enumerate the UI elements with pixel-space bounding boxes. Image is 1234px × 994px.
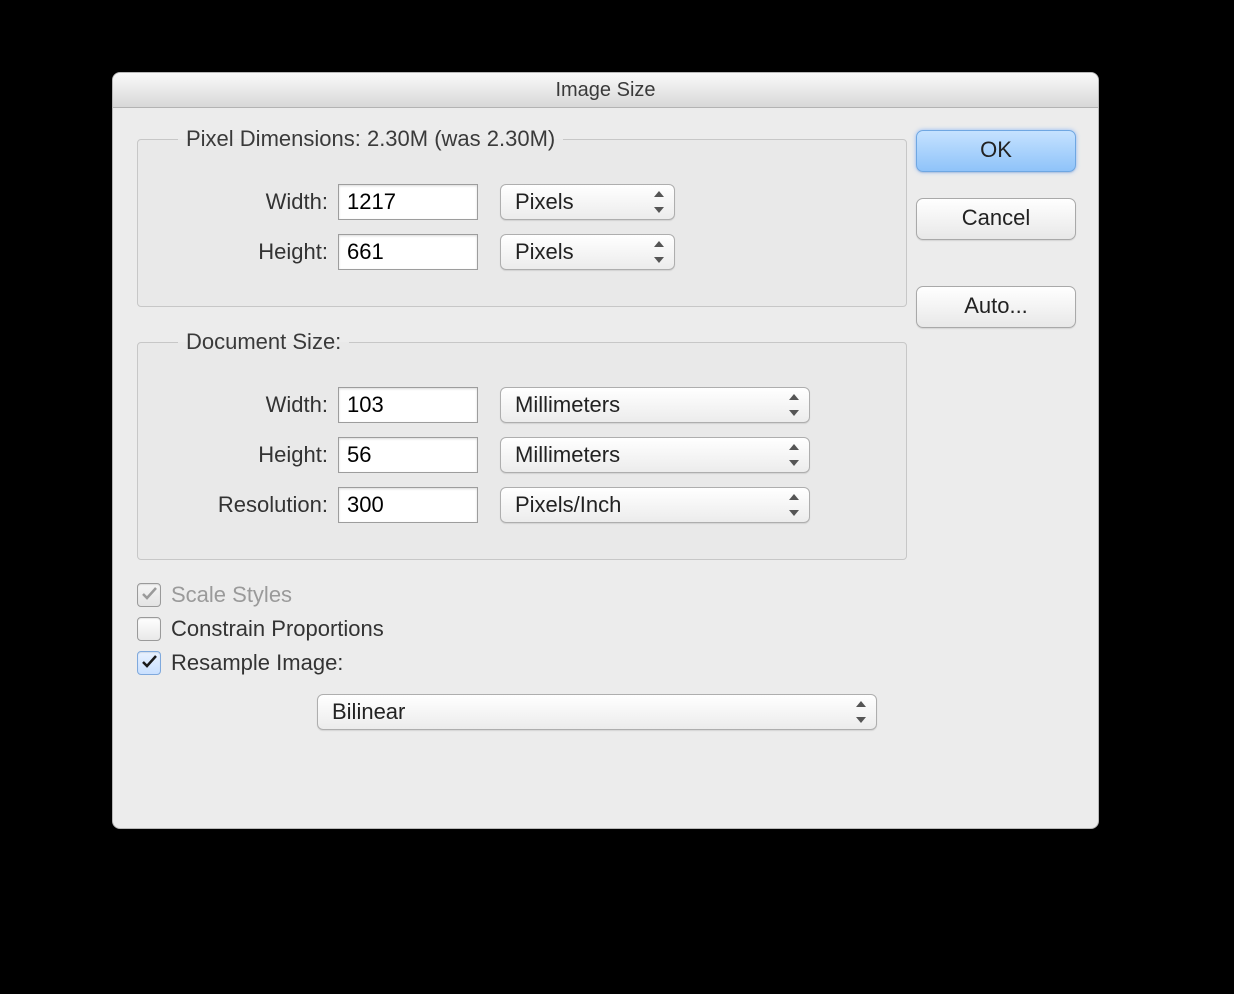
doc-width-unit-value: Millimeters [515, 392, 620, 418]
resample-image-label: Resample Image: [171, 650, 343, 676]
pixel-width-input[interactable] [338, 184, 478, 220]
constrain-proportions-checkbox[interactable] [137, 617, 161, 641]
doc-resolution-label: Resolution: [158, 492, 338, 518]
chevron-updown-icon [787, 444, 801, 466]
doc-width-input[interactable] [338, 387, 478, 423]
doc-resolution-row: Resolution: Pixels/Inch [158, 487, 886, 523]
cancel-button[interactable]: Cancel [916, 198, 1076, 240]
auto-button[interactable]: Auto... [916, 286, 1076, 328]
button-column: OK Cancel Auto... [916, 130, 1074, 328]
pixel-height-row: Height: Pixels [158, 234, 886, 270]
scale-styles-row: Scale Styles [137, 582, 907, 608]
pixel-height-input[interactable] [338, 234, 478, 270]
resample-method-select[interactable]: Bilinear [317, 694, 877, 730]
scale-styles-checkbox [137, 583, 161, 607]
document-size-legend: Document Size: [178, 329, 349, 355]
constrain-proportions-label: Constrain Proportions [171, 616, 384, 642]
pixel-width-unit-value: Pixels [515, 189, 574, 215]
doc-height-input[interactable] [338, 437, 478, 473]
pixel-height-unit-select[interactable]: Pixels [500, 234, 675, 270]
pixel-height-unit-value: Pixels [515, 239, 574, 265]
doc-resolution-unit-select[interactable]: Pixels/Inch [500, 487, 810, 523]
pixel-width-row: Width: Pixels [158, 184, 886, 220]
doc-width-unit-select[interactable]: Millimeters [500, 387, 810, 423]
window-title: Image Size [113, 73, 1098, 108]
dialog-content: Pixel Dimensions: 2.30M (was 2.30M) Widt… [113, 108, 1098, 154]
document-size-group: Document Size: Width: Millimeters Height… [137, 329, 907, 560]
checkmark-icon [140, 585, 158, 603]
chevron-updown-icon [652, 191, 666, 213]
doc-width-row: Width: Millimeters [158, 387, 886, 423]
pixel-height-label: Height: [158, 239, 338, 265]
chevron-updown-icon [787, 494, 801, 516]
resample-image-row[interactable]: Resample Image: [137, 650, 907, 676]
pixel-width-unit-select[interactable]: Pixels [500, 184, 675, 220]
pixel-width-label: Width: [158, 189, 338, 215]
doc-resolution-unit-value: Pixels/Inch [515, 492, 621, 518]
chevron-updown-icon [652, 241, 666, 263]
main-column: Pixel Dimensions: 2.30M (was 2.30M) Widt… [137, 126, 907, 730]
pixel-dimensions-group: Pixel Dimensions: 2.30M (was 2.30M) Widt… [137, 126, 907, 307]
resample-method-row: Bilinear [317, 694, 907, 730]
scale-styles-label: Scale Styles [171, 582, 292, 608]
resample-method-value: Bilinear [332, 699, 405, 725]
doc-height-label: Height: [158, 442, 338, 468]
doc-resolution-input[interactable] [338, 487, 478, 523]
doc-width-label: Width: [158, 392, 338, 418]
doc-height-row: Height: Millimeters [158, 437, 886, 473]
doc-height-unit-select[interactable]: Millimeters [500, 437, 810, 473]
chevron-updown-icon [854, 701, 868, 723]
image-size-dialog: Image Size Pixel Dimensions: 2.30M (was … [112, 72, 1099, 829]
ok-button[interactable]: OK [916, 130, 1076, 172]
pixel-dimensions-legend: Pixel Dimensions: 2.30M (was 2.30M) [178, 126, 563, 152]
doc-height-unit-value: Millimeters [515, 442, 620, 468]
resample-image-checkbox[interactable] [137, 651, 161, 675]
constrain-proportions-row[interactable]: Constrain Proportions [137, 616, 907, 642]
chevron-updown-icon [787, 394, 801, 416]
checkmark-icon [140, 653, 158, 671]
